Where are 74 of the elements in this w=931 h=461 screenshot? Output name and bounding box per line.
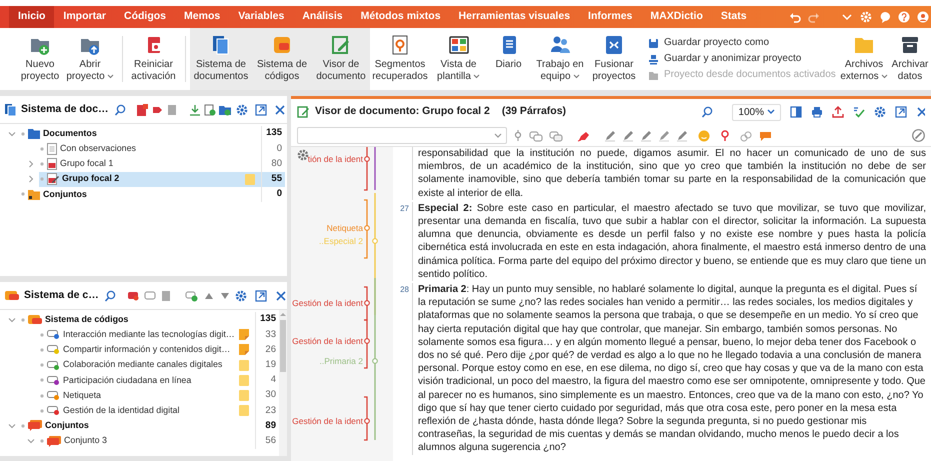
tree-row[interactable]: Participación ciudadana en línea 4 — [39, 372, 279, 388]
item-label[interactable]: Conjunto 3 — [64, 434, 233, 448]
paragraph-number: 28 — [400, 285, 409, 296]
tree-row[interactable]: Documentos 135 — [20, 126, 285, 142]
count-text: 0 — [276, 142, 282, 156]
tree-row[interactable]: Grupo focal 2 55 — [39, 172, 285, 187]
ribbon-button[interactable]: Segmentos recuperados — [370, 28, 430, 90]
item-label[interactable]: Participación ciudadana en línea — [63, 374, 233, 388]
menu-tab[interactable]: Importar — [54, 6, 116, 28]
code-label[interactable]: Gestión de la ident — [292, 298, 363, 308]
ribbon-button[interactable]: Fusionar proyectos — [590, 28, 638, 90]
ribbon-button[interactable]: Trabajo en equipo — [530, 28, 590, 90]
zoom-select[interactable]: 100% — [732, 104, 781, 120]
item-label[interactable]: Gestión de la identidad digital — [63, 404, 233, 418]
count-text: 4 — [270, 373, 276, 388]
item-label[interactable]: Compartir información y contenidos digit… — [63, 343, 233, 357]
paragraph-number: 27 — [400, 204, 409, 215]
menu-tab[interactable]: Códigos — [115, 6, 176, 28]
item-label[interactable]: Conjuntos — [43, 188, 239, 202]
menu-link[interactable]: Guardar proyecto como — [648, 37, 838, 49]
panel-title: Sistema de doc… — [21, 102, 109, 117]
item-label[interactable]: Grupo focal 2 — [62, 172, 239, 186]
menu-tab[interactable]: Inicio — [9, 6, 54, 28]
menu-tab[interactable]: Métodos mixtos — [352, 6, 450, 28]
count-text: 89 — [265, 418, 276, 433]
ribbon-button[interactable]: Diario — [487, 28, 530, 90]
tree-row[interactable]: Compartir información y contenidos digit… 26 — [39, 342, 279, 358]
count-text: 0 — [276, 187, 282, 202]
tree-row[interactable]: Interacción mediante las tecnologías digit… 33 — [39, 327, 279, 342]
item-label[interactable]: Netiqueta — [63, 388, 233, 402]
ribbon-button[interactable]: Nuevo proyecto — [17, 28, 63, 90]
count-text: 33 — [265, 328, 276, 342]
count-text: 135 — [266, 126, 282, 140]
code-label[interactable]: Gestión de la ident — [292, 336, 363, 346]
menu-link[interactable]: Guardar y anonimizar proyecto — [648, 53, 838, 65]
code-label[interactable]: tión de la ident — [308, 154, 363, 164]
ribbon-button[interactable]: Archivos externos — [838, 28, 890, 90]
tree-row[interactable]: Colaboración mediante canales digitales 19 — [39, 358, 279, 373]
paragraph-text: responsabilidad que la institución no puede, digamos asumir. El no hacer un comunicado de uno de sus miembros, de un académico de la institución, sino que yo creo que también la institución no debe de ser solamente inamovible, sino que debería también tomar su parte en la responsabilidad de la comunicación que existe al interior de ella. — [412, 147, 931, 200]
ribbon-button[interactable]: Abrir proyecto — [63, 28, 117, 90]
count-text: 23 — [265, 404, 276, 418]
ribbon-button[interactable]: Archivar datos — [890, 28, 930, 90]
menu-tab[interactable]: Variables — [229, 6, 294, 28]
tree-row[interactable]: Netiqueta 30 — [39, 388, 279, 404]
count-text: 19 — [265, 358, 276, 372]
viewer-title: Visor de documento: Grupo focal 2 — [315, 104, 490, 120]
ribbon-button[interactable]: Sistema de documentos — [190, 28, 252, 90]
tree-row[interactable]: Con observaciones 0 — [39, 141, 285, 156]
item-label[interactable]: Conjuntos — [45, 419, 233, 433]
item-label[interactable]: Documentos — [43, 126, 239, 140]
count-text: 135 — [260, 312, 276, 326]
menu-tab[interactable]: Análisis — [293, 6, 352, 28]
ribbon-button[interactable]: Sistema de códigos — [252, 28, 312, 90]
menu-tab[interactable]: Memos — [175, 6, 230, 28]
item-label[interactable]: Sistema de códigos — [45, 312, 233, 326]
item-label[interactable]: Colaboración mediante canales digitales — [63, 358, 233, 372]
panel-title: Sistema de c… — [24, 288, 99, 303]
tree-row[interactable]: Gestión de la identidad digital 23 — [39, 403, 279, 418]
tree-row[interactable]: Conjuntos 0 — [20, 186, 285, 202]
code-label[interactable]: Gestión de la ident — [292, 416, 363, 426]
ribbon-button[interactable]: Reiniciar activación — [127, 28, 180, 90]
item-label[interactable]: Con observaciones — [60, 142, 239, 156]
ribbon-button[interactable]: Visor de documento — [312, 28, 370, 90]
item-label[interactable]: Grupo focal 1 — [60, 157, 239, 171]
count-text: 55 — [271, 172, 282, 186]
paragraph-count: (39 Párrafos) — [502, 104, 566, 120]
count-text: 56 — [265, 434, 276, 448]
item-label[interactable]: Interacción mediante las tecnologías digit… — [63, 328, 233, 342]
count-text: 30 — [265, 388, 276, 402]
paragraph-text: Primaria 2: Hay un punto muy sensible, no hablaré solamente lo digital, aunque la pregunta es el digital. Pues sí la reputación se sume ¿no? las redes sociales han venido a permitir… las redes sociales, los medios digitales y plataformas que no solamente seamos la persona que trabaja, o que se desempeñe en un medio. Yo sí creo que hay cierta reputación digital que hay que controlar, que manejar. Sin embargo, también somos personas. No solamente somos esa figura… y en algún momento llegué a pensar, bueno, lo mejor deba tener dos Facebook o dos no sé qué. Pero dije ¿por qué? de verdad es algo a lo que no he llegado todavia a una conclusión de manera personal. Porque estoy como en ese, en ese dilema, no digo sí, creo que hay cosas y que va de la mano con esta visión tradicional, un poco del maestro, la figura del maestro como ese ser omnipotente, omnipresente y todo. Que al parecer no es humanos, sino simplemente es un maestro. Entonces, creo que va de la mano con esto, ¿no? Yo digo que sí hay que tener cierto cuidado por seguridad, más que otra cosa este, pero poner en la mesa esta reflexión de ¿hasta dónde, hasta dónde llega? Sobre la segunda pregunta, si no puedo gestionar mis contraseñas, la seguridad de mis cuentas y demás se mandan olvidando, mucho menos le puedo decir a los alumnos alguna sugerencia ¿no? — [412, 283, 931, 455]
ribbon-button[interactable]: Vista de plantilla — [430, 28, 487, 90]
paragraph-text: Especial 2: Sobre este caso en particular, el maestro afectado se tuvo que movilizar, se tuvo que movilizar, presentar una demanda en fiscalía, tuvo que subir a hablar con el director, solicitar la información. La supuesta alumna que denuncia, obviamente es desde un perfil falso y no existe ese nombre y pues hasta la policía cibernética está involucrada en este en esta indagación, ahora finalmente, el maestro está inmerso dentro de una dinámica política. Forma parte del equipo del próximo director y bueno, se entiende que es muy claro que tiene un sentido político. — [412, 202, 931, 282]
count-text: 26 — [265, 342, 276, 357]
count-text: 80 — [271, 156, 282, 171]
